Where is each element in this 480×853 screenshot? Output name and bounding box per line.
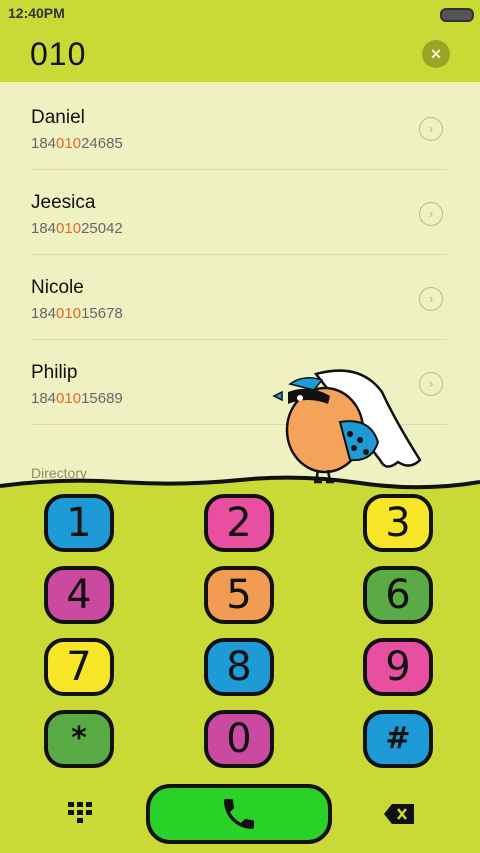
contact-row[interactable]: Jeesica 18401025042 › — [31, 170, 447, 255]
key-7[interactable]: 7 — [44, 638, 114, 696]
key-8[interactable]: 8 — [204, 638, 274, 696]
key-3[interactable]: 3 — [363, 494, 433, 552]
bird-illustration — [272, 369, 422, 484]
chevron-right-icon[interactable]: › — [419, 117, 443, 141]
contact-number: 18401015678 — [31, 305, 123, 322]
call-button[interactable] — [146, 784, 332, 844]
chevron-right-icon[interactable]: › — [419, 202, 443, 226]
key-5[interactable]: 5 — [204, 566, 274, 624]
contact-name: Jeesica — [31, 192, 96, 213]
key-6[interactable]: 6 — [363, 566, 433, 624]
contact-number: 18401025042 — [31, 220, 123, 237]
chevron-right-icon[interactable]: › — [419, 287, 443, 311]
clear-button[interactable]: × — [422, 40, 450, 68]
status-bar: 12:40PM — [0, 0, 480, 26]
dialpad-icon[interactable] — [68, 802, 92, 824]
contact-row[interactable]: Daniel 18401024685 › — [31, 85, 447, 170]
key-2[interactable]: 2 — [204, 494, 274, 552]
battery-icon — [440, 8, 474, 22]
backspace-icon[interactable] — [384, 804, 414, 824]
key-hash[interactable]: # — [363, 710, 433, 768]
contact-row[interactable]: Nicole 18401015678 › — [31, 255, 447, 340]
status-time: 12:40PM — [8, 5, 65, 21]
phone-icon — [224, 799, 254, 829]
key-4[interactable]: 4 — [44, 566, 114, 624]
key-0[interactable]: 0 — [204, 710, 274, 768]
bottom-bar — [0, 780, 480, 853]
dialer-header: 010 × — [0, 26, 480, 85]
key-9[interactable]: 9 — [363, 638, 433, 696]
key-1[interactable]: 1 — [44, 494, 114, 552]
contact-number: 18401015689 — [31, 390, 123, 407]
contact-number: 18401024685 — [31, 135, 123, 152]
dialed-number[interactable]: 010 — [30, 36, 86, 73]
key-star[interactable]: * — [44, 710, 114, 768]
contact-name: Daniel — [31, 107, 85, 128]
contact-name: Nicole — [31, 277, 84, 298]
contact-name: Philip — [31, 362, 78, 383]
